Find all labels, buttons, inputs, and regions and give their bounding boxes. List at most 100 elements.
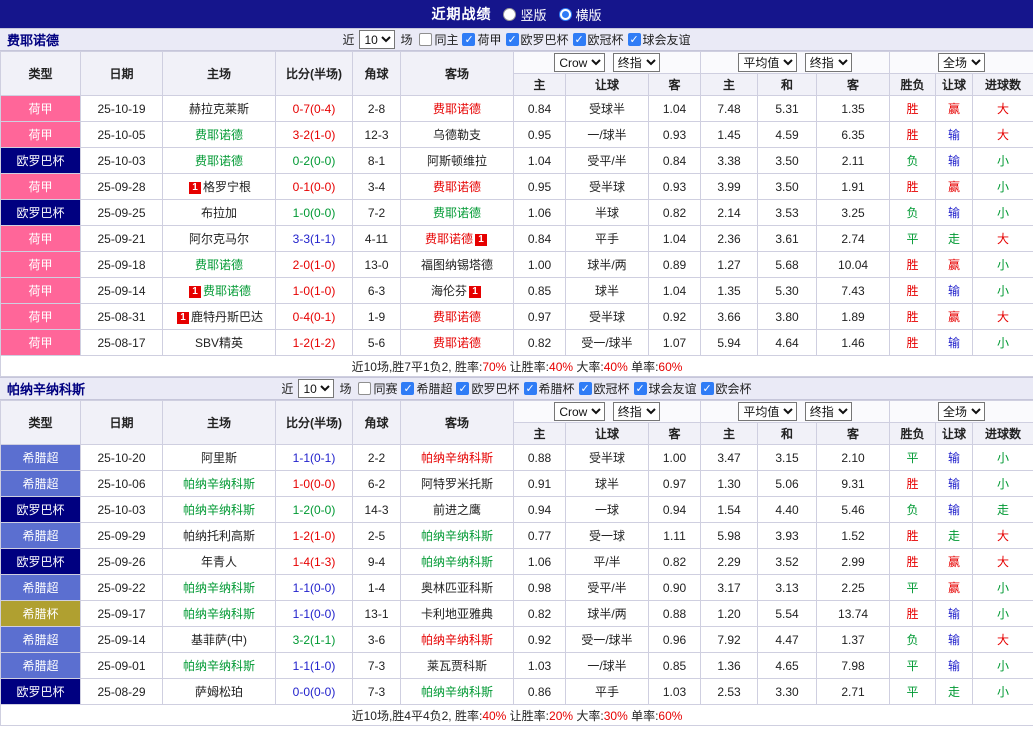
match-date: 25-10-03 bbox=[81, 148, 163, 174]
handicap-away-odds: 0.93 bbox=[649, 122, 701, 148]
scope-select[interactable]: 全场 bbox=[938, 53, 985, 72]
column-header: 让球 bbox=[566, 74, 649, 96]
match-date: 25-10-19 bbox=[81, 96, 163, 122]
summary-part: 让胜率: bbox=[506, 360, 549, 374]
avg-draw-odds: 3.30 bbox=[758, 679, 817, 705]
handicap-line: 球半 bbox=[566, 471, 649, 497]
recent-count-select[interactable]: 10 bbox=[359, 30, 395, 49]
away-team-cell: 帕纳辛纳科斯 bbox=[401, 549, 514, 575]
avg-away-odds: 2.11 bbox=[817, 148, 890, 174]
scope-select[interactable]: 全场 bbox=[938, 402, 985, 421]
column-header: 客 bbox=[817, 423, 890, 445]
win-loss-cell: 胜 bbox=[890, 252, 936, 278]
company-select[interactable]: Crow bbox=[554, 53, 605, 72]
home-team-cell: 1费耶诺德 bbox=[163, 278, 276, 304]
filter-checkbox[interactable]: 欧罗巴杯 bbox=[506, 31, 569, 48]
score-halftime: 0-2(0-0) bbox=[276, 148, 353, 174]
column-header: 角球 bbox=[353, 401, 401, 445]
summary-part: 40% bbox=[604, 360, 628, 374]
score-halftime: 1-2(1-2) bbox=[276, 330, 353, 356]
radio-horizontal-icon[interactable] bbox=[559, 8, 572, 21]
avg-away-odds: 2.10 bbox=[817, 445, 890, 471]
away-team-cell: 海伦芬1 bbox=[401, 278, 514, 304]
match-row: 荷甲25-08-17SBV精英1-2(1-2)5-6费耶诺德0.82受一/球半1… bbox=[1, 330, 1033, 356]
goals-result-cell: 小 bbox=[973, 252, 1033, 278]
average-mode-select[interactable]: 终指 bbox=[805, 53, 852, 72]
company-mode-select[interactable]: 终指 bbox=[613, 402, 660, 421]
avg-away-odds: 1.52 bbox=[817, 523, 890, 549]
column-header: 类型 bbox=[1, 401, 81, 445]
filter-checkbox[interactable]: 希腊杯 bbox=[524, 380, 575, 397]
checkbox-checked-icon[interactable] bbox=[573, 33, 586, 46]
score-halftime: 1-4(1-3) bbox=[276, 549, 353, 575]
match-date: 25-10-20 bbox=[81, 445, 163, 471]
checkbox-unchecked-icon[interactable] bbox=[358, 382, 371, 395]
checkbox-checked-icon[interactable] bbox=[701, 382, 714, 395]
handicap-line: 受半球 bbox=[566, 445, 649, 471]
checkbox-checked-icon[interactable] bbox=[456, 382, 469, 395]
checkbox-checked-icon[interactable] bbox=[401, 382, 414, 395]
column-header: 主 bbox=[514, 74, 566, 96]
average-select[interactable]: 平均值 bbox=[738, 53, 797, 72]
average-select[interactable]: 平均值 bbox=[738, 402, 797, 421]
handicap-away-odds: 0.82 bbox=[649, 200, 701, 226]
company-mode-select[interactable]: 终指 bbox=[613, 53, 660, 72]
checkbox-checked-icon[interactable] bbox=[506, 33, 519, 46]
win-loss-cell: 胜 bbox=[890, 304, 936, 330]
average-mode-select[interactable]: 终指 bbox=[805, 402, 852, 421]
avg-away-odds: 9.31 bbox=[817, 471, 890, 497]
checkbox-checked-icon[interactable] bbox=[462, 33, 475, 46]
checkbox-unchecked-icon[interactable] bbox=[419, 33, 432, 46]
games-label: 场 bbox=[339, 380, 351, 397]
checkbox-checked-icon[interactable] bbox=[524, 382, 537, 395]
checkbox-checked-icon[interactable] bbox=[628, 33, 641, 46]
avg-home-odds: 5.98 bbox=[701, 523, 758, 549]
handicap-away-odds: 1.07 bbox=[649, 330, 701, 356]
filter-checkbox[interactable]: 欧会杯 bbox=[701, 380, 752, 397]
filter-checkbox[interactable]: 希腊超 bbox=[401, 380, 452, 397]
checkbox-checked-icon[interactable] bbox=[634, 382, 647, 395]
filter-checkbox[interactable]: 同赛 bbox=[358, 380, 397, 397]
checkbox-label: 同赛 bbox=[373, 380, 397, 397]
red-card-badge: 1 bbox=[475, 234, 487, 246]
handicap-result-cell: 赢 bbox=[936, 304, 973, 330]
layout-option-horizontal[interactable]: 横版 bbox=[559, 5, 602, 24]
checkbox-label: 欧罗巴杯 bbox=[521, 31, 569, 48]
summary-part: 大率: bbox=[573, 709, 604, 723]
away-team-cell: 奥林匹亚科斯 bbox=[401, 575, 514, 601]
summary-part: 30% bbox=[604, 709, 628, 723]
filter-checkbox[interactable]: 球会友谊 bbox=[628, 31, 691, 48]
column-header: 比分(半场) bbox=[276, 52, 353, 96]
avg-away-odds: 2.99 bbox=[817, 549, 890, 575]
sections-container: 费耶诺德 近 10 场 同主荷甲欧罗巴杯欧冠杯球会友谊 类型日期主场比分(半场)… bbox=[0, 28, 1033, 726]
win-loss-cell: 胜 bbox=[890, 278, 936, 304]
home-team-cell: 费耶诺德 bbox=[163, 122, 276, 148]
filter-checkbox[interactable]: 同主 bbox=[419, 31, 458, 48]
home-team-name: 赫拉克莱斯 bbox=[189, 102, 249, 116]
win-loss-cell: 胜 bbox=[890, 174, 936, 200]
recent-count-select[interactable]: 10 bbox=[298, 379, 334, 398]
handicap-line: 一/球半 bbox=[566, 122, 649, 148]
match-date: 25-09-29 bbox=[81, 523, 163, 549]
filter-checkbox[interactable]: 欧冠杯 bbox=[579, 380, 630, 397]
competition-type: 欧罗巴杯 bbox=[1, 497, 81, 523]
layout-option-vertical[interactable]: 竖版 bbox=[503, 5, 546, 24]
match-date: 25-09-22 bbox=[81, 575, 163, 601]
filter-checkbox[interactable]: 球会友谊 bbox=[634, 380, 697, 397]
home-team-cell: 帕纳托利高斯 bbox=[163, 523, 276, 549]
handicap-result-cell: 输 bbox=[936, 445, 973, 471]
checkbox-checked-icon[interactable] bbox=[579, 382, 592, 395]
filter-checkbox[interactable]: 荷甲 bbox=[462, 31, 501, 48]
handicap-result-cell: 赢 bbox=[936, 252, 973, 278]
handicap-away-odds: 1.04 bbox=[649, 278, 701, 304]
home-team-name: 鹿特丹斯巴达 bbox=[191, 310, 263, 324]
home-team-cell: 赫拉克莱斯 bbox=[163, 96, 276, 122]
filter-checkbox[interactable]: 欧冠杯 bbox=[573, 31, 624, 48]
match-date: 25-09-26 bbox=[81, 549, 163, 575]
radio-vertical-icon[interactable] bbox=[503, 8, 516, 21]
avg-draw-odds: 4.40 bbox=[758, 497, 817, 523]
filter-checkbox[interactable]: 欧罗巴杯 bbox=[456, 380, 519, 397]
match-date: 25-08-17 bbox=[81, 330, 163, 356]
goals-result-cell: 大 bbox=[973, 304, 1033, 330]
company-select[interactable]: Crow bbox=[554, 402, 605, 421]
